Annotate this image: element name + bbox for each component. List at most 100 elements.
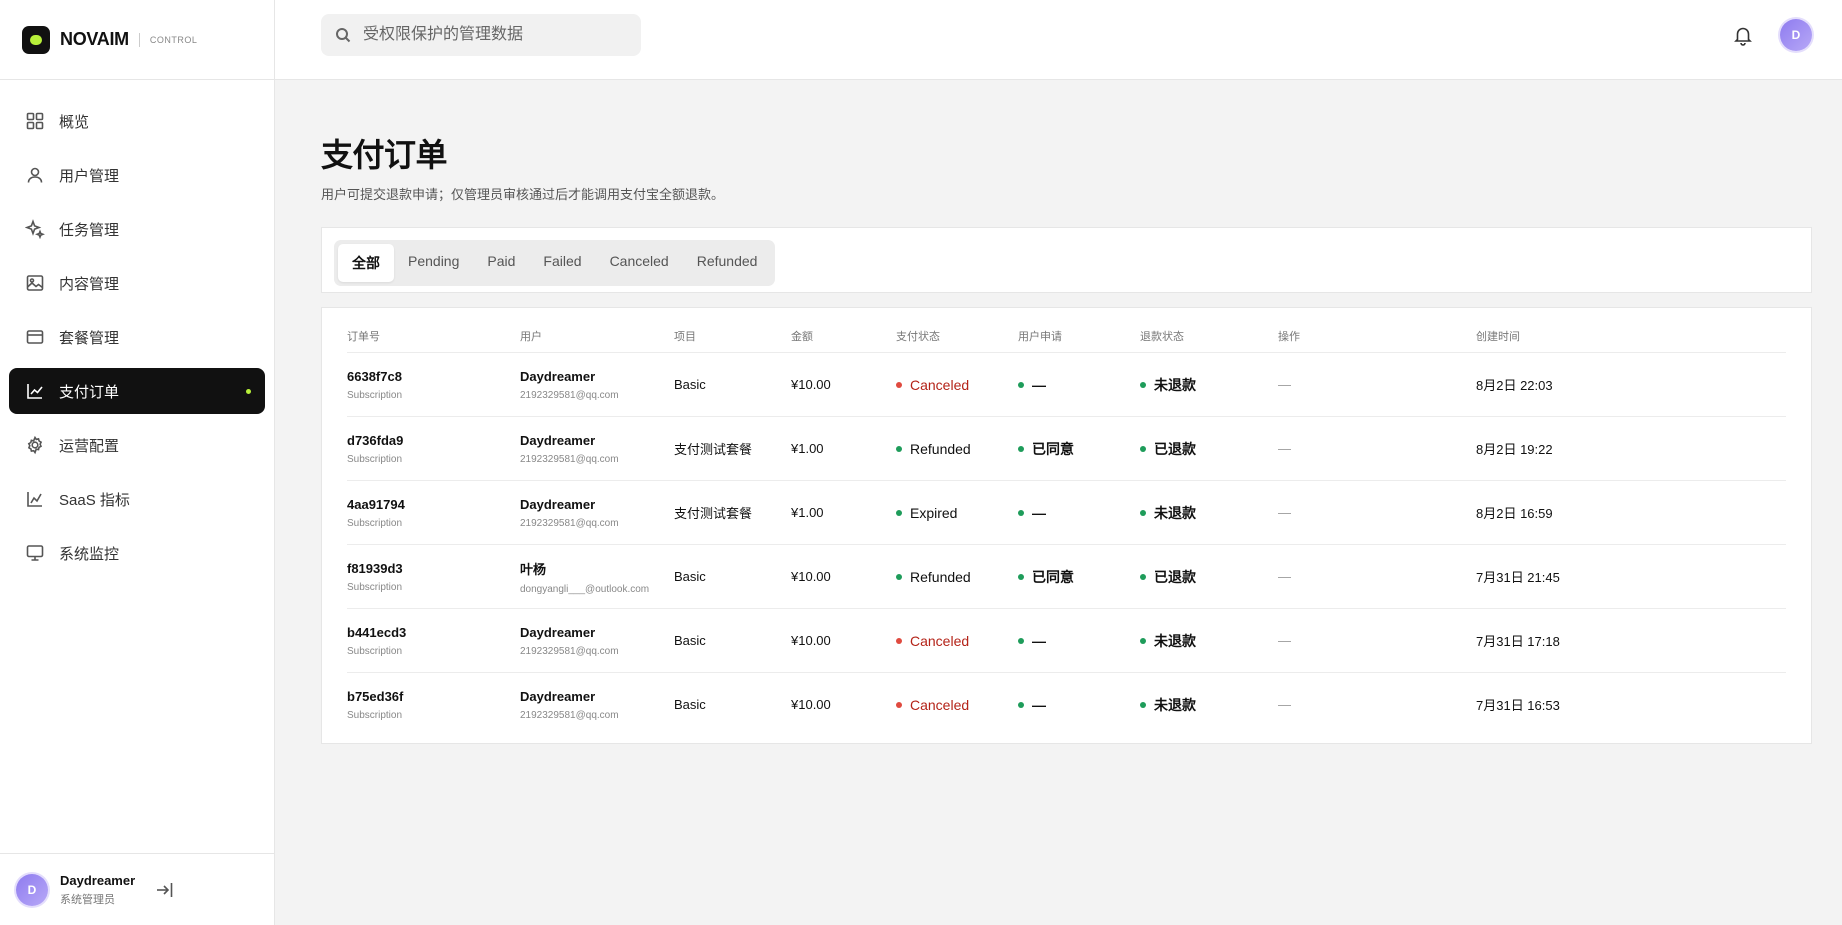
status-dot — [1018, 509, 1024, 516]
user-name: Daydreamer — [520, 496, 596, 512]
tab-pending[interactable]: Pending — [394, 244, 473, 282]
payment-status-cell: Refunded — [896, 416, 1018, 481]
user-name: Daydreamer — [60, 872, 136, 888]
sidebar-item-tasks[interactable]: 任务管理 — [9, 206, 265, 252]
table-row[interactable]: 4aa91794 Subscription Daydreamer 2192329… — [347, 480, 1786, 545]
payment-status-text: Refunded — [910, 440, 971, 457]
order-cell: 6638f7c8 Subscription — [347, 352, 520, 417]
column-header: 支付状态 — [896, 320, 1018, 353]
status-dot — [1018, 637, 1024, 644]
sidebar-item-payment-orders[interactable]: 支付订单 — [9, 368, 265, 414]
payment-status-cell: Canceled — [896, 352, 1018, 417]
sidebar-item-saas-metrics[interactable]: SaaS 指标 — [9, 476, 265, 522]
payment-status-badge: Refunded — [896, 569, 1018, 585]
refund-status-badge: 已退款 — [1140, 567, 1278, 587]
order-cell: 4aa91794 Subscription — [347, 480, 520, 545]
created-time-cell: 8月2日 16:59 — [1476, 480, 1786, 545]
application-status-badge: 已同意 — [1018, 439, 1140, 459]
sidebar-item-content[interactable]: 内容管理 — [9, 260, 265, 306]
payment-status-text: Expired — [910, 504, 958, 521]
status-dot — [1140, 509, 1146, 516]
search-icon — [336, 28, 351, 43]
refund-status-cell: 未退款 — [1140, 480, 1278, 545]
bell-icon[interactable] — [1732, 24, 1754, 46]
table-row[interactable]: b75ed36f Subscription Daydreamer 2192329… — [347, 673, 1786, 737]
status-tabs: 全部 Pending Paid Failed Canceled Refunded — [334, 240, 776, 286]
status-dot — [1140, 573, 1146, 580]
refund-status-cell: 未退款 — [1140, 673, 1278, 737]
sidebar-nav: 概览 用户管理 任务管理 内容管理 套餐管理 支付订单 运营配置 SaaS 指标… — [0, 80, 274, 576]
amount-cell: ¥1.00 — [791, 480, 896, 545]
payment-status-badge: Canceled — [896, 697, 1018, 713]
refund-status-badge: 已退款 — [1140, 439, 1278, 459]
application-status-text: — — [1032, 504, 1046, 521]
brand-logo-icon — [22, 25, 50, 54]
user-application-cell: 已同意 — [1018, 544, 1140, 609]
order-type: Subscription — [347, 709, 403, 721]
application-status-text: — — [1032, 696, 1046, 713]
order-id: d736fda9 — [347, 432, 404, 448]
item-cell: Basic — [674, 352, 791, 417]
sidebar-item-system-monitor[interactable]: 系统监控 — [9, 530, 265, 576]
sidebar-item-label: 运营配置 — [59, 437, 120, 455]
table-row[interactable]: 6638f7c8 Subscription Daydreamer 2192329… — [347, 352, 1786, 417]
monitor-icon — [26, 545, 44, 561]
logout-icon[interactable] — [153, 879, 175, 901]
amount-cell: ¥10.00 — [791, 608, 896, 673]
item-cell: Basic — [674, 608, 791, 673]
amount-cell: ¥10.00 — [791, 352, 896, 417]
search-input[interactable] — [361, 25, 625, 45]
user-name: Daydreamer — [520, 688, 596, 704]
table-row[interactable]: f81939d3 Subscription 叶杨 dongyangli___@o… — [347, 544, 1786, 609]
sidebar-item-label: 概览 — [59, 113, 90, 131]
status-dot — [1140, 701, 1146, 708]
tab-all[interactable]: 全部 — [338, 244, 394, 282]
user-cell: Daydreamer 2192329581@qq.com — [520, 480, 674, 545]
brand-divider — [138, 32, 140, 47]
avatar[interactable]: D — [16, 873, 48, 906]
gear-icon — [27, 435, 43, 455]
status-dot — [1140, 637, 1146, 644]
item-cell: 支付测试套餐 — [674, 416, 791, 481]
user-name: Daydreamer — [520, 624, 596, 640]
tab-paid[interactable]: Paid — [473, 244, 529, 282]
created-time-cell: 7月31日 17:18 — [1476, 608, 1786, 673]
amount-cell: ¥10.00 — [791, 544, 896, 609]
payment-status-text: Canceled — [910, 696, 970, 713]
tab-canceled[interactable]: Canceled — [596, 244, 683, 282]
table-row[interactable]: d736fda9 Subscription Daydreamer 2192329… — [347, 416, 1786, 481]
action-cell: — — [1278, 544, 1476, 609]
user-cell: Daydreamer 2192329581@qq.com — [520, 416, 674, 481]
column-header: 项目 — [674, 320, 791, 353]
refund-status-cell: 已退款 — [1140, 544, 1278, 609]
user-application-cell: — — [1018, 352, 1140, 417]
sidebar-item-overview[interactable]: 概览 — [9, 98, 265, 144]
refund-status-cell: 未退款 — [1140, 608, 1278, 673]
sidebar-item-users[interactable]: 用户管理 — [9, 152, 265, 198]
user-icon — [27, 167, 43, 183]
order-id: b75ed36f — [347, 688, 404, 704]
sidebar-item-plans[interactable]: 套餐管理 — [9, 314, 265, 360]
item-cell: Basic — [674, 697, 706, 712]
sidebar: NOVAIM CONTROL 概览 用户管理 任务管理 内容管理 套餐管理 支付… — [0, 0, 275, 925]
active-indicator-dot — [246, 389, 251, 394]
page-description: 用户可提交退款申请；仅管理员审核通过后才能调用支付宝全额退款。 — [321, 187, 725, 202]
search-box[interactable] — [321, 14, 641, 56]
order-type: Subscription — [347, 517, 403, 529]
refund-status-text: 已退款 — [1154, 568, 1196, 585]
brand-name: NOVAIM — [60, 29, 129, 49]
avatar[interactable]: D — [1780, 19, 1812, 51]
order-type: Subscription — [347, 389, 403, 401]
status-dot — [896, 637, 902, 644]
brand[interactable]: NOVAIM CONTROL — [0, 0, 274, 80]
filter-card: 全部 Pending Paid Failed Canceled Refunded — [321, 227, 1812, 293]
order-id: 6638f7c8 — [347, 368, 402, 384]
status-dot — [896, 509, 902, 516]
tab-failed[interactable]: Failed — [529, 244, 595, 282]
sidebar-item-operations-config[interactable]: 运营配置 — [9, 422, 265, 468]
chart-icon — [27, 384, 43, 399]
status-dot — [896, 573, 902, 580]
tab-refunded[interactable]: Refunded — [683, 244, 772, 282]
table-row[interactable]: b441ecd3 Subscription Daydreamer 2192329… — [347, 608, 1786, 673]
order-id: b441ecd3 — [347, 624, 407, 640]
